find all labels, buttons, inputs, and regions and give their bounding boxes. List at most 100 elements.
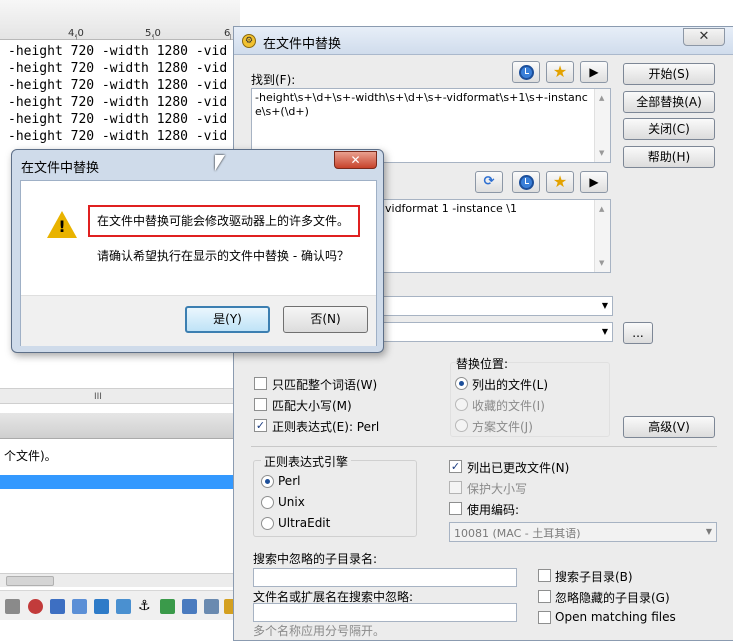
mouse-cursor-icon [215,155,225,171]
find-label: 找到(F): [251,73,296,87]
output-horizontal-scrollbar[interactable] [0,573,240,587]
listed-files-radio[interactable] [455,377,468,390]
advanced-button[interactable]: 高级(V) [623,416,715,438]
replace-scrollbar[interactable]: ▲ ▼ [594,200,610,272]
confirm-title: 在文件中替换 [21,161,100,176]
ultraedit-label: UltraEdit [278,516,331,530]
bottom-toolbar: ⚓ [0,590,240,620]
use-encoding-checkbox[interactable] [449,502,462,515]
find-menu-button[interactable]: ▶ [580,61,608,83]
whole-word-checkbox[interactable] [254,377,267,390]
confirm-body: ! 在文件中替换可能会修改驱动器上的许多文件。 请确认希望执行在显示的文件中替换… [20,180,377,346]
match-case-label: 匹配大小写(M) [272,399,352,413]
code-line[interactable]: -height 720 -width 1280 -vid [8,61,227,76]
replace-all-button[interactable]: 全部替换(A) [623,91,715,113]
chevron-down-icon: ▼ [601,301,608,310]
open-matching-checkbox[interactable] [538,611,551,624]
ruler-tick [76,34,77,40]
regex-engine-title: 正则表达式引擎 [261,453,352,470]
list-changed-checkbox[interactable]: ✓ [449,460,462,473]
find-history-button[interactable] [512,61,540,83]
search-subdirs-checkbox[interactable] [538,569,551,582]
replace-menu-button[interactable]: ▶ [580,171,608,193]
app-logo-icon: ⚙ [242,34,256,48]
regex-checkbox[interactable]: ✓ [254,419,267,432]
ultraedit-radio[interactable] [261,517,274,530]
help-button[interactable]: 帮助(H) [623,146,715,168]
browse-button[interactable]: ... [623,322,653,344]
warning-mark: ! [58,217,66,236]
confirm-footer: 是(Y) 否(N) [21,295,376,346]
match-case-checkbox[interactable] [254,398,267,411]
code-line[interactable]: -height 720 -width 1280 -vid [8,129,227,144]
clock-history-icon [519,175,534,190]
find-favorites-button[interactable]: ★ [546,61,574,83]
anchor-icon[interactable]: ⚓ [138,599,153,614]
confirm-dialog: 在文件中替换 ✕ ! 在文件中替换可能会修改驱动器上的许多文件。 请确认希望执行… [11,149,384,353]
replace-favorites-button[interactable]: ★ [546,171,574,193]
ignore-subdirs-input[interactable] [253,568,517,587]
grid-icon[interactable] [182,599,197,614]
monitor-icon[interactable] [94,599,109,614]
ruler-tick [153,34,154,40]
start-button[interactable]: 开始(S) [623,63,715,85]
code-line[interactable]: -height 720 -width 1280 -vid [8,44,227,59]
dialog-title: 在文件中替换 [263,37,342,52]
confirm-message-secondary: 请确认希望执行在显示的文件中替换 - 确认吗？ [97,249,349,263]
open-matching-label: Open matching files [555,610,676,624]
replace-history-button[interactable] [512,171,540,193]
hint-text: 多个名称应用分号隔开。 [253,624,386,638]
ruler: 4,0 5,0 6 [0,0,240,40]
code-line[interactable]: -height 720 -width 1280 -vid [8,78,227,93]
replace-location-title: 替换位置: [456,357,509,371]
keyboard-icon[interactable] [5,599,20,614]
swap-button[interactable]: ⟳ [475,171,503,193]
star-favorite-icon: ★ [552,172,568,191]
scrollbar-thumb[interactable] [6,576,54,586]
project-files-label: 方案文件(J) [472,420,533,434]
perl-label: Perl [278,474,301,488]
window-icon[interactable] [72,599,87,614]
project-files-radio[interactable] [455,419,468,432]
encoding-select[interactable]: 10081 (MAC - 土耳其语) ▼ [449,522,717,542]
list-icon[interactable] [204,599,219,614]
output-window-header [0,413,240,439]
find-scrollbar[interactable]: ▲ ▼ [594,89,610,162]
favorite-files-radio[interactable] [455,398,468,411]
confirm-message-primary: 在文件中替换可能会修改驱动器上的许多文件。 [97,214,350,228]
ignore-hidden-checkbox[interactable] [538,590,551,603]
code-line[interactable]: -height 720 -width 1280 -vid [8,112,227,127]
checkbox-icon[interactable] [50,599,65,614]
dialog-titlebar[interactable]: ⚙ 在文件中替换 ✕ [234,27,733,55]
listed-files-label: 列出的文件(L) [472,378,549,392]
divider [251,446,717,447]
yes-button[interactable]: 是(Y) [185,306,270,333]
close-button[interactable]: 关闭(C) [623,118,715,140]
stop-icon[interactable] [28,599,43,614]
unix-radio[interactable] [261,496,274,509]
chevron-down-icon: ▼ [601,327,608,336]
output-text: 个文件)。 [4,449,57,463]
search-subdirs-label: 搜索子目录(B) [555,570,633,584]
output-selected-line[interactable] [0,475,240,489]
close-icon[interactable]: ✕ [683,28,725,46]
ignore-hidden-label: 忽略隐藏的子目录(G) [555,591,670,605]
list-changed-label: 列出已更改文件(N) [467,461,570,475]
code-line[interactable]: -height 720 -width 1280 -vid [8,95,227,110]
use-encoding-label: 使用编码: [467,503,520,517]
perl-radio[interactable] [261,475,274,488]
refresh-icon: ⟳ [483,174,495,189]
spreadsheet-icon[interactable] [160,599,175,614]
close-icon[interactable]: ✕ [334,151,377,169]
play-icon: ▶ [589,175,599,189]
no-button[interactable]: 否(N) [283,306,368,333]
ignore-files-input[interactable] [253,603,517,622]
find-text: -height\s+\d+\s+-width\s+\d+\s+-vidforma… [255,91,588,118]
encoding-value: 10081 (MAC - 土耳其语) [454,527,581,540]
keep-case-checkbox[interactable] [449,481,462,494]
whole-word-label: 只匹配整个词语(W) [272,378,378,392]
image-icon[interactable] [116,599,131,614]
chevron-down-icon: ▼ [705,527,712,536]
star-favorite-icon: ★ [552,62,568,81]
editor-horizontal-scrollbar[interactable]: III [0,388,240,404]
